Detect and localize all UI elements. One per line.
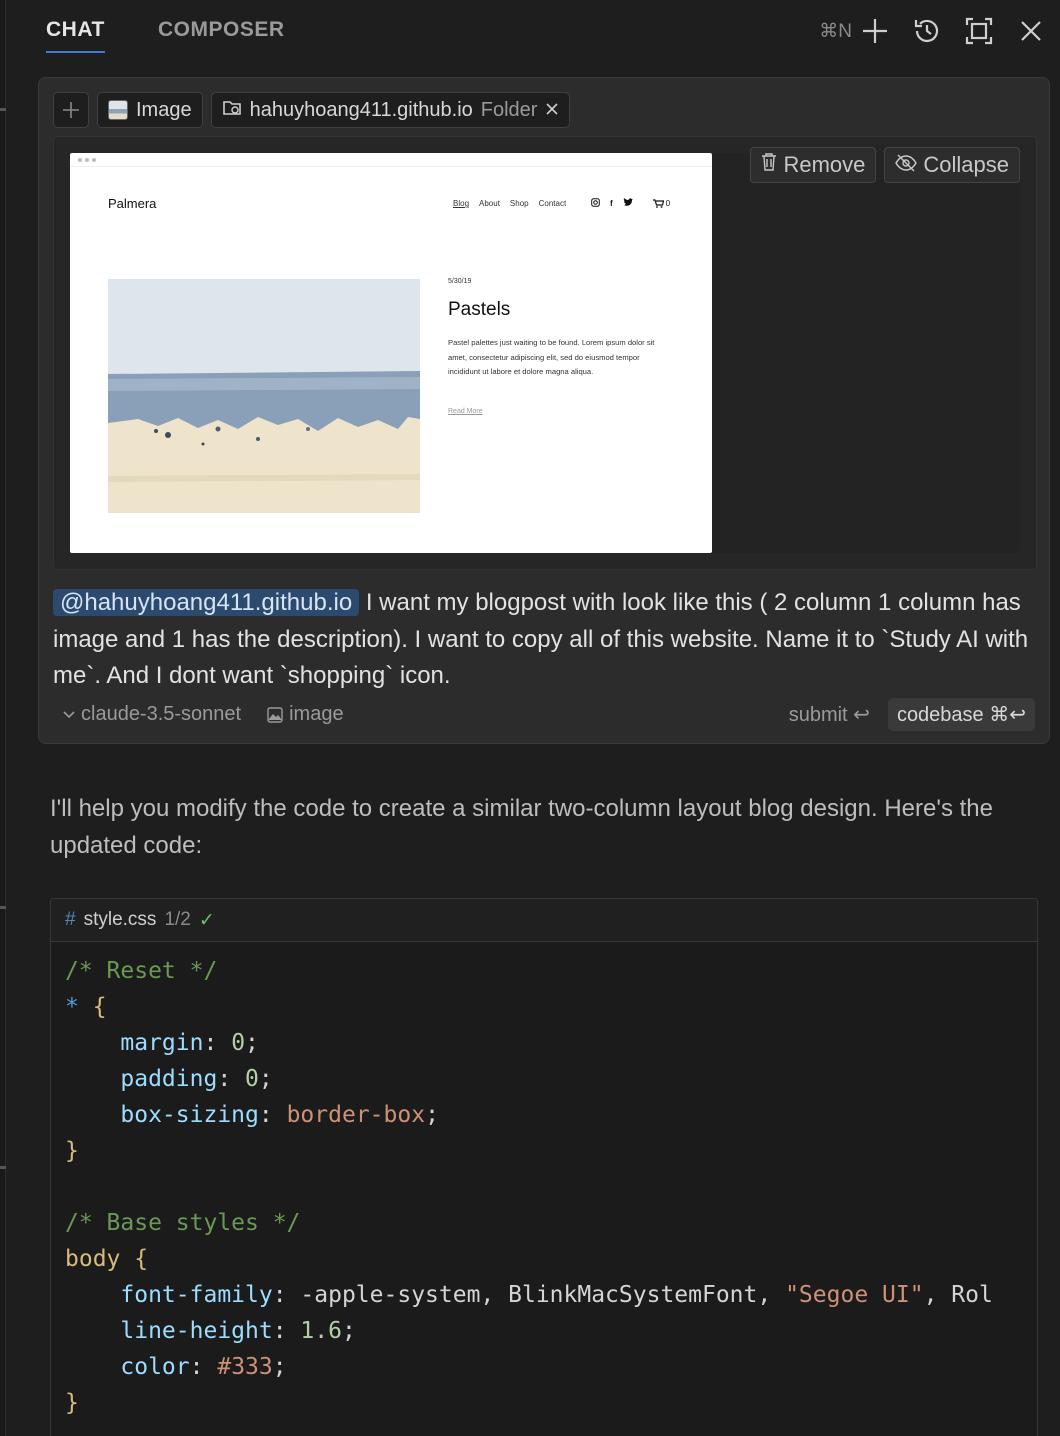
site-nav-item: Shop	[509, 199, 529, 208]
site-nav-item: Blog	[453, 199, 470, 208]
add-context-button[interactable]	[53, 92, 89, 128]
prompt-options: claude-3.5-sonnet image	[63, 703, 344, 726]
panel-header: CHAT COMPOSER ⌘N	[0, 0, 1060, 64]
code-block: # style.css 1/2 ✓ /* Reset */ * { margin…	[50, 898, 1038, 1436]
code-value: 1.6	[300, 1318, 342, 1344]
folder-name: hahuyhoang411.github.io	[249, 98, 473, 121]
code-value: , Rol	[923, 1282, 993, 1308]
post-image	[108, 279, 420, 513]
edge-marker	[0, 906, 6, 909]
code-filename[interactable]: style.css	[84, 909, 157, 931]
chat-input-card: Image hahuyhoang411.github.io Folder Pal…	[38, 77, 1050, 744]
code-block-header: # style.css 1/2 ✓	[51, 899, 1037, 942]
prompt-input[interactable]: @hahuyhoang411.github.io I want my blogp…	[53, 585, 1033, 695]
close-icon[interactable]	[1012, 14, 1050, 48]
code-string: "Segoe UI"	[785, 1282, 924, 1308]
code-property: padding	[120, 1066, 218, 1092]
image-context-pill[interactable]: Image	[97, 92, 203, 128]
site-nav-item: Contact	[538, 199, 567, 208]
folder-icon	[222, 97, 242, 123]
post-title: Pastels	[448, 299, 511, 320]
remove-image-button[interactable]: Remove	[750, 147, 877, 183]
code-property: margin	[120, 1030, 204, 1056]
new-chat-shortcut: ⌘N	[819, 20, 852, 42]
assistant-reply: I'll help you modify the code to create …	[50, 795, 993, 859]
post-excerpt: Pastel palettes just waiting to be found…	[448, 338, 655, 376]
css-file-icon: #	[65, 909, 76, 930]
folder-mention[interactable]: @hahuyhoang411.github.io	[53, 589, 360, 616]
chevron-down-icon	[63, 710, 75, 719]
edge-marker	[0, 1166, 6, 1169]
context-pills: Image hahuyhoang411.github.io Folder	[53, 92, 571, 128]
code-content: /* Reset */ * { margin: 0; padding: 0; b…	[65, 958, 993, 1416]
plus-icon[interactable]	[856, 14, 894, 48]
code-value: border-box	[286, 1102, 426, 1128]
code-value: 0	[231, 1030, 246, 1056]
read-more-link: Read More	[448, 408, 483, 415]
image-toggle-label: image	[289, 703, 344, 725]
trash-icon	[761, 152, 777, 178]
code-comment: /* Base styles */	[65, 1210, 301, 1236]
instagram-icon	[591, 198, 600, 209]
header-actions: ⌘N	[819, 14, 1050, 48]
cart-icon: 0	[652, 199, 671, 208]
submit-button[interactable]: submit ↩	[789, 702, 870, 727]
code-value: #333	[217, 1354, 273, 1380]
submit-actions: submit ↩ codebase ⌘↩	[789, 698, 1035, 731]
code-property: box-sizing	[120, 1102, 259, 1128]
website-screenshot: Palmera Blog About Shop Contact f 0 5/30…	[70, 153, 712, 553]
collapse-image-button[interactable]: Collapse	[884, 147, 1020, 183]
folder-context-pill[interactable]: hahuyhoang411.github.io Folder	[210, 92, 571, 128]
image-pill-label: Image	[136, 98, 192, 121]
code-selector: *	[65, 994, 79, 1020]
site-social-icons: f 0	[591, 198, 670, 209]
history-icon[interactable]	[908, 14, 946, 48]
twitter-icon	[623, 198, 633, 209]
preview-actions: Remove Collapse	[750, 147, 1020, 183]
edge-marker	[0, 108, 6, 111]
folder-type-label: Folder	[480, 98, 538, 121]
check-icon: ✓	[198, 909, 215, 931]
browser-bar	[70, 153, 712, 167]
site-logo: Palmera	[108, 196, 157, 211]
image-preview: Palmera Blog About Shop Contact f 0 5/30…	[53, 136, 1037, 570]
remove-label: Remove	[783, 152, 866, 177]
cart-count: 0	[665, 199, 671, 208]
model-selector[interactable]: claude-3.5-sonnet	[63, 703, 241, 726]
eye-off-icon	[895, 152, 918, 178]
maximize-icon[interactable]	[960, 14, 998, 48]
code-selector: body	[65, 1246, 121, 1272]
codebase-button[interactable]: codebase ⌘↩	[887, 698, 1035, 731]
code-value: 0	[245, 1066, 259, 1092]
post-date: 5/30/19	[448, 278, 472, 285]
image-toggle[interactable]: image	[267, 703, 344, 726]
image-icon	[267, 706, 283, 723]
code-block-counter: 1/2	[164, 909, 191, 930]
code-property: color	[120, 1354, 190, 1380]
left-edge-strip	[0, 0, 6, 1436]
code-property: font-family	[120, 1282, 273, 1308]
tab-composer[interactable]: COMPOSER	[158, 18, 285, 42]
site-nav-item: About	[479, 199, 500, 208]
image-thumbnail	[108, 100, 128, 120]
collapse-label: Collapse	[923, 152, 1009, 177]
site-nav: Blog About Shop Contact	[453, 199, 566, 208]
code-comment: /* Reset */	[65, 958, 218, 984]
code-property: line-height	[120, 1318, 273, 1344]
tab-chat[interactable]: CHAT	[46, 18, 105, 53]
model-name: claude-3.5-sonnet	[81, 703, 242, 725]
facebook-icon: f	[610, 199, 613, 208]
remove-folder-icon[interactable]	[545, 99, 559, 122]
code-value: -apple-system, BlinkMacSystemFont,	[300, 1282, 786, 1308]
